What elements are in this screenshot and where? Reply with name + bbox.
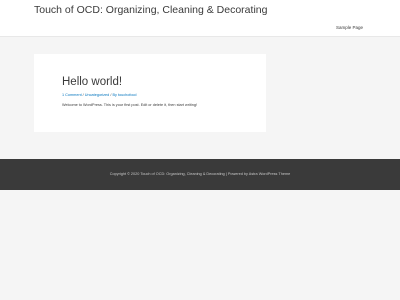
footer-text: Copyright © 2020 Touch of OCD: Organizin…	[0, 172, 400, 176]
post-comments-link[interactable]: 1 Comment	[62, 93, 82, 97]
site-title[interactable]: Touch of OCD: Organizing, Cleaning & Dec…	[34, 4, 267, 16]
site-header: Touch of OCD: Organizing, Cleaning & Dec…	[0, 0, 400, 37]
post-title[interactable]: Hello world!	[62, 76, 122, 88]
content-area: Hello world! 1 Comment / Uncategorized /…	[0, 37, 400, 159]
post-category-link[interactable]: Uncategorized	[85, 93, 109, 97]
footer-theme-link[interactable]: Astra WordPress Theme	[249, 172, 290, 176]
footer-powered-by: Powered by	[227, 172, 249, 176]
nav-item-sample-page[interactable]: Sample Page	[336, 25, 363, 30]
footer-copyright: Copyright © 2020 Touch of OCD: Organizin…	[109, 172, 225, 176]
post-excerpt: Welcome to WordPress. This is your first…	[62, 103, 198, 107]
post-card: Hello world! 1 Comment / Uncategorized /…	[34, 54, 266, 132]
site-footer: Copyright © 2020 Touch of OCD: Organizin…	[0, 159, 400, 190]
post-meta: 1 Comment / Uncategorized / By touchofoc…	[62, 93, 137, 97]
post-author-link[interactable]: touchofocd	[118, 93, 137, 97]
page-background	[0, 190, 400, 300]
